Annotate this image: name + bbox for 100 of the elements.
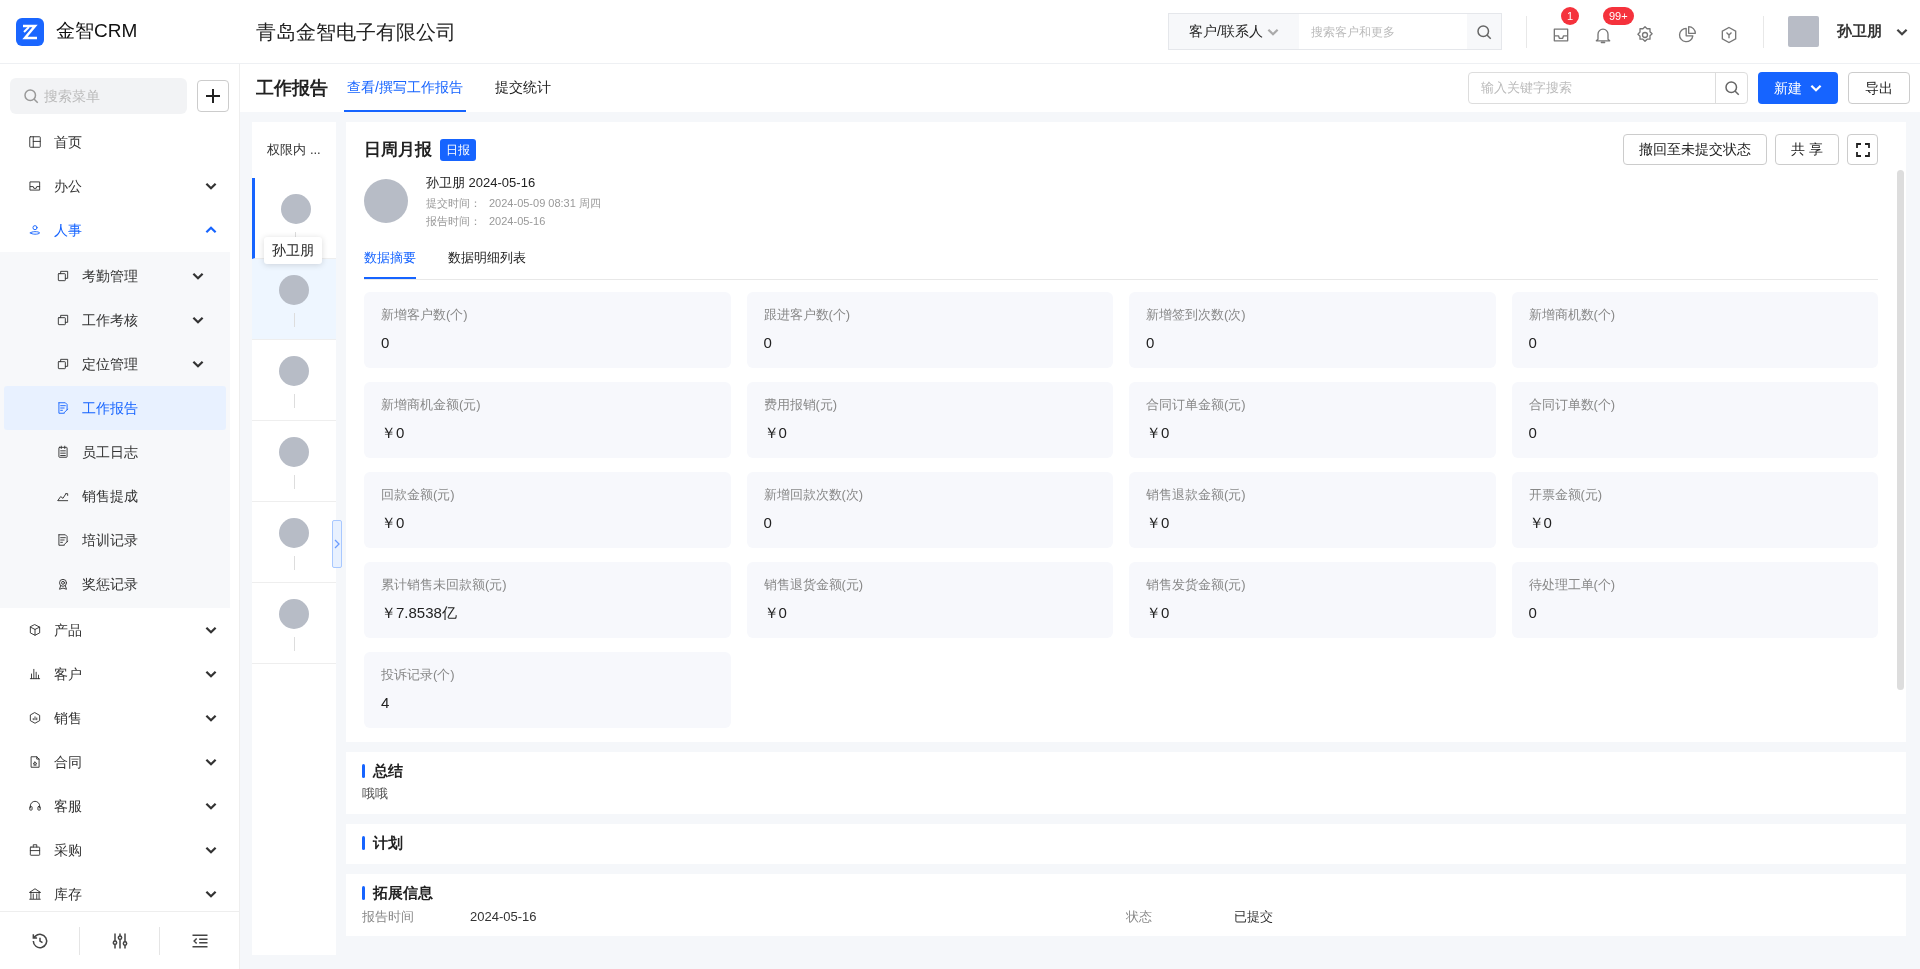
submenu-item[interactable]: 培训记录 <box>4 518 226 562</box>
menu-item[interactable]: 库存 <box>0 872 239 911</box>
pie-chart-icon <box>1677 24 1697 45</box>
stat-value: ￥0 <box>1528 513 1553 533</box>
search-button[interactable] <box>1467 14 1501 49</box>
expand-handle[interactable] <box>332 520 342 568</box>
menu-item[interactable]: 首页 <box>0 120 239 164</box>
report-title: 日周月报 <box>364 138 432 161</box>
add-button[interactable] <box>197 80 229 112</box>
meta-label: 提交时间： <box>426 195 481 211</box>
stat-value: ￥0 <box>763 423 788 443</box>
stat-value: ￥0 <box>763 603 788 623</box>
submenu-item[interactable]: 奖惩记录 <box>4 562 226 606</box>
stat-label: 新增商机数(个) <box>1528 305 1617 324</box>
stat-label: 合同订单金额(元) <box>1146 395 1247 414</box>
chevron-down-icon <box>205 626 217 634</box>
menu-item[interactable]: 客服 <box>0 784 239 828</box>
avatar <box>279 275 309 305</box>
chevron-down-icon <box>205 670 217 678</box>
stat-value: 0 <box>1528 603 1538 623</box>
hexagon-icon <box>28 711 42 725</box>
menu-item[interactable]: 办公 <box>0 164 239 208</box>
toolbar-button[interactable] <box>1677 24 1697 45</box>
fullscreen-button[interactable] <box>1847 134 1878 165</box>
stat-value: ￥0 <box>1146 603 1171 623</box>
name-tooltip: 孙卫朋 <box>264 237 322 264</box>
meta-label: 报告时间： <box>426 214 481 229</box>
meta-value: 2024-05-16 <box>489 214 546 229</box>
global-search[interactable]: 客户/联系人 搜索客户和更多 <box>1168 13 1502 50</box>
chevron-down-icon <box>205 758 217 766</box>
stat-value: ￥0 <box>1146 513 1171 533</box>
chevron-down-icon <box>205 802 217 810</box>
list-filter[interactable]: 权限内 ... <box>252 122 336 178</box>
avatar <box>279 599 309 629</box>
stat-label: 销售退款金额(元) <box>1146 485 1247 504</box>
company-name: 青岛金智电子有限公司 <box>256 19 456 45</box>
stat-label: 待处理工单(个) <box>1528 575 1617 594</box>
avatar <box>279 356 309 386</box>
section-title: 拓展信息 <box>373 883 433 903</box>
stat-value: ￥0 <box>381 513 406 533</box>
action-button[interactable]: 撤回至未提交状态 <box>1623 134 1768 165</box>
bag-icon <box>28 843 42 857</box>
submenu-item[interactable]: 销售提成 <box>4 474 226 518</box>
chevron-down-icon <box>1266 27 1279 36</box>
logo-icon <box>16 17 44 46</box>
keyword-search-input[interactable]: 输入关键字搜索 <box>1469 78 1715 98</box>
stat-label: 合同订单数(个) <box>1528 395 1617 414</box>
submenu-item[interactable]: 考勤管理 <box>4 254 226 298</box>
action-button[interactable]: 共 享 <box>1775 134 1839 165</box>
stat-label: 跟进客户数(个) <box>763 305 852 324</box>
user-name[interactable]: 孙卫朋 <box>1837 20 1882 43</box>
file-icon <box>28 755 42 769</box>
avatar <box>279 518 309 548</box>
headset-icon <box>28 799 42 813</box>
stat-value: 0 <box>1528 333 1538 353</box>
stat-label: 费用报销(元) <box>763 395 839 414</box>
stat-value: 0 <box>763 513 773 533</box>
global-search-input[interactable]: 搜索客户和更多 <box>1298 14 1467 49</box>
stat-value: ￥0 <box>1146 423 1171 443</box>
tray-icon <box>28 179 42 193</box>
plus-icon <box>203 86 223 106</box>
chevron-down-icon <box>205 714 217 722</box>
author-avatar <box>364 179 408 224</box>
keyword-search-field[interactable]: 输入关键字搜索 <box>1468 72 1748 104</box>
stat-value: 0 <box>1528 423 1538 443</box>
stat-label: 投诉记录(个) <box>381 665 456 684</box>
stat-value: ￥7.8538亿 <box>381 603 458 623</box>
copy-icon <box>56 269 70 283</box>
new-button[interactable]: 新建 <box>1758 72 1838 104</box>
settings-icon <box>1635 24 1655 45</box>
section-text: 哦哦 <box>362 785 389 803</box>
menu-item[interactable]: 客户 <box>0 652 239 696</box>
toolbar-button[interactable] <box>1635 24 1655 45</box>
stat-label: 销售退货金额(元) <box>763 575 865 594</box>
menu-item[interactable]: 采购 <box>0 828 239 872</box>
chevron-up-icon <box>205 226 217 234</box>
chevron-right-icon <box>333 538 341 550</box>
page-tab[interactable]: 提交统计 <box>491 64 554 112</box>
document-icon <box>56 533 70 547</box>
menu-item[interactable]: 人事 <box>0 208 239 252</box>
page-tab[interactable]: 查看/撰写工作报告 <box>344 64 466 112</box>
menu-item[interactable]: 合同 <box>0 740 239 784</box>
export-button[interactable]: 导出 <box>1848 72 1910 104</box>
chevron-down-icon <box>192 360 204 368</box>
field-label: 报告时间 <box>362 907 415 926</box>
report-tab[interactable]: 数据摘要 <box>364 239 416 279</box>
menu-item[interactable]: 产品 <box>0 608 239 652</box>
author-line: 孙卫朋 2024-05-16 <box>426 174 537 192</box>
submenu-item[interactable]: 工作考核 <box>4 298 226 342</box>
submenu-item[interactable]: 员工日志 <box>4 430 226 474</box>
toolbar-button[interactable] <box>1719 24 1739 45</box>
chevron-down-icon <box>1810 84 1822 92</box>
section-title: 总结 <box>373 760 403 781</box>
search-scope-select[interactable]: 客户/联系人 <box>1169 14 1299 49</box>
menu-item[interactable]: 销售 <box>0 696 239 740</box>
submenu-item[interactable]: 工作报告 <box>4 386 226 430</box>
meta-value: 2024-05-09 08:31 周四 <box>489 195 601 211</box>
report-tab[interactable]: 数据明细列表 <box>448 239 526 279</box>
submenu-item[interactable]: 定位管理 <box>4 342 226 386</box>
chevron-down-icon <box>205 890 217 898</box>
